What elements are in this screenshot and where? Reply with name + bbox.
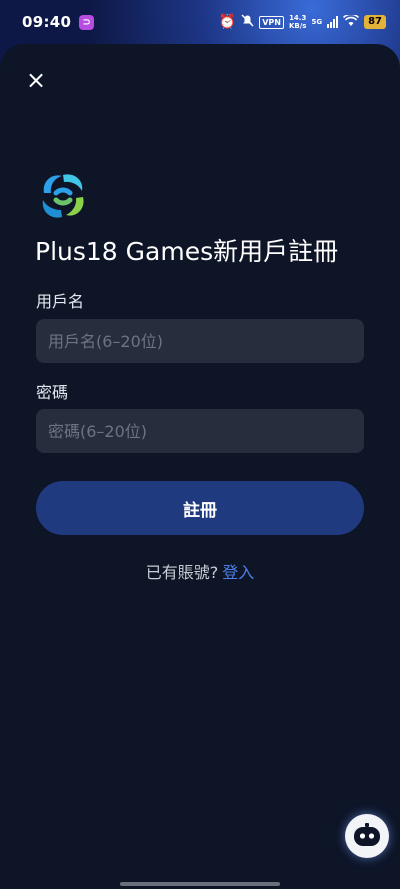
status-bar: 09:40 ⊃ ⏰ VPN 14.3 KB/s 5G 87	[0, 0, 400, 44]
username-label: 用戶名	[36, 292, 85, 311]
login-prompt-text: 已有賬號?	[145, 563, 219, 582]
network-speed-unit: KB/s	[288, 22, 307, 30]
login-link[interactable]: 登入	[222, 563, 254, 582]
app-notification-icon: ⊃	[79, 14, 95, 30]
login-prompt-row: 已有賬號? 登入	[0, 559, 400, 583]
network-type: 5G	[311, 18, 323, 26]
password-label: 密碼	[36, 383, 69, 402]
home-indicator[interactable]	[120, 882, 280, 886]
page-title: Plus18 Games新用戶註冊	[35, 237, 339, 266]
robot-icon	[354, 823, 380, 846]
username-input[interactable]	[36, 319, 364, 363]
registration-sheet: × Plus18 Games新用戶註冊 用戶名 密碼 註冊 已有賬號?登入	[0, 44, 400, 889]
status-icons: ⏰ VPN 14.3 KB/s 5G 87	[218, 13, 386, 30]
close-button[interactable]: ×	[22, 66, 50, 94]
vpn-badge: VPN	[259, 15, 284, 29]
network-speed-value: 14.3	[289, 14, 307, 22]
register-button[interactable]: 註冊	[36, 481, 364, 535]
signal-icon	[327, 16, 339, 28]
network-speed: 14.3 KB/s	[289, 14, 306, 30]
close-icon: ×	[25, 66, 47, 94]
wifi-icon	[343, 13, 360, 30]
password-input[interactable]	[36, 409, 364, 453]
mute-icon	[241, 14, 254, 30]
battery-indicator: 87	[364, 15, 386, 29]
assistant-bot-button[interactable]	[345, 814, 389, 858]
alarm-icon: ⏰	[218, 14, 237, 30]
status-time: 09:40	[22, 13, 72, 31]
app-logo	[42, 174, 84, 218]
